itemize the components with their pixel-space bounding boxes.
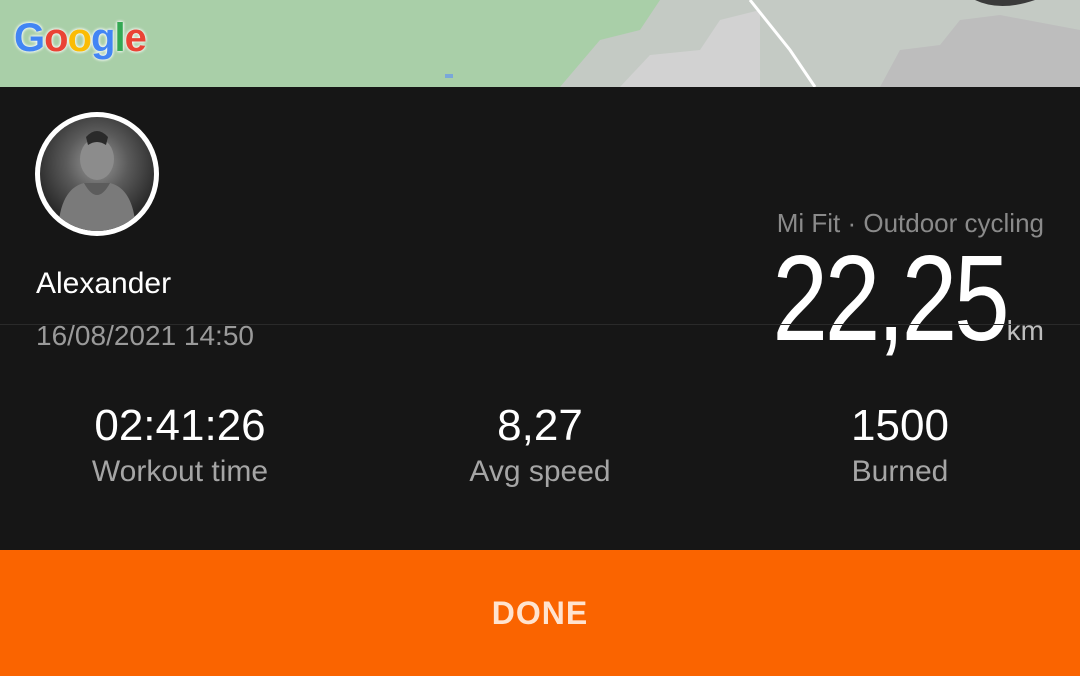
distance-display: 22,25 km — [721, 237, 1044, 359]
stat-burned: 1500 Burned — [720, 400, 1080, 492]
user-name: Alexander — [36, 267, 172, 300]
stat-value: 8,27 — [497, 401, 583, 450]
divider — [0, 324, 1080, 325]
avatar[interactable] — [35, 112, 159, 236]
distance-value: 22,25 — [772, 230, 1010, 366]
map-tiles — [445, 0, 1080, 87]
stat-label: Avg speed — [469, 455, 611, 488]
stat-avg-speed: 8,27 Avg speed — [360, 400, 720, 492]
stat-label: Workout time — [91, 455, 269, 488]
workout-summary-card: Alexander 16/08/2021 14:50 Mi Fit · Outd… — [0, 87, 1080, 550]
google-logo: Google — [14, 16, 147, 60]
done-button[interactable]: DONE — [0, 550, 1080, 676]
avatar-image — [40, 117, 154, 231]
stat-value: 1500 — [851, 401, 949, 450]
route-map[interactable]: Google — [0, 0, 1080, 87]
stat-label: Burned — [851, 455, 949, 488]
stat-workout-time: 02:41:26 Workout time — [0, 400, 360, 492]
stat-value: 02:41:26 — [94, 401, 266, 450]
distance-unit: km — [1006, 315, 1044, 346]
